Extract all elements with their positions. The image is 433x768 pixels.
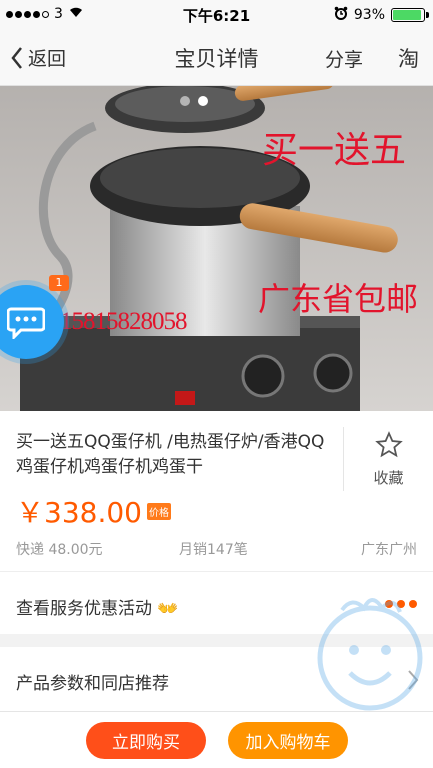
alarm-icon bbox=[334, 6, 348, 24]
chat-badge: 1 bbox=[49, 275, 69, 291]
seller-location: 广东广州 bbox=[361, 542, 417, 558]
price-row: ￥338.00 价格 bbox=[16, 491, 171, 531]
price-tag-badge: 价格 bbox=[146, 502, 171, 520]
phone-overlay-text: 15815828058 bbox=[60, 308, 187, 335]
pager-dot[interactable] bbox=[180, 96, 190, 106]
page-title: 宝贝详情 bbox=[174, 47, 259, 71]
favorite-button[interactable]: 收藏 bbox=[343, 427, 433, 491]
battery-icon bbox=[391, 8, 429, 22]
battery-fill bbox=[393, 10, 421, 20]
shipping-overlay-text: 广东省包邮 bbox=[258, 281, 419, 317]
promo-overlay-text: 买一送五 bbox=[262, 130, 407, 170]
favorite-label: 收藏 bbox=[373, 469, 404, 487]
add-to-cart-button[interactable]: 加入购物车 bbox=[228, 722, 348, 759]
status-right: 93% bbox=[334, 6, 429, 24]
carousel-pager bbox=[180, 96, 208, 106]
star-icon bbox=[374, 431, 403, 458]
buy-now-button[interactable]: 立即购买 bbox=[86, 722, 206, 759]
product-title: 买一送五QQ蛋仔机 /电热蛋仔炉/香港QQ鸡蛋仔机鸡蛋仔机鸡蛋干 bbox=[16, 432, 325, 477]
status-bar: 3 下午6:21 93% bbox=[0, 0, 433, 30]
product-info: 买一送五QQ蛋仔机 /电热蛋仔炉/香港QQ鸡蛋仔机鸡蛋仔机鸡蛋干 收藏 ￥338… bbox=[0, 411, 433, 571]
nav-bar: 返回 宝贝详情 分享 淘 bbox=[0, 30, 433, 86]
shipping-fee: 快递 48.00元 bbox=[16, 542, 103, 558]
product-image-carousel[interactable]: 买一送五 广东省包邮 15815828058 bbox=[0, 86, 433, 411]
service-promotions-label: 查看服务优惠活动 👐 bbox=[16, 599, 179, 619]
taobao-button[interactable]: 淘 bbox=[398, 43, 419, 73]
battery-percent: 93% bbox=[353, 7, 385, 23]
bottom-action-bar: 立即购买 加入购物车 bbox=[0, 711, 433, 768]
share-button[interactable]: 分享 bbox=[325, 45, 363, 72]
chat-icon bbox=[7, 307, 45, 339]
monthly-sales: 月销147笔 bbox=[179, 542, 248, 558]
product-params-label: 产品参数和同店推荐 bbox=[16, 674, 169, 694]
pager-dot[interactable] bbox=[198, 96, 208, 106]
product-price: ￥338.00 bbox=[16, 496, 142, 529]
